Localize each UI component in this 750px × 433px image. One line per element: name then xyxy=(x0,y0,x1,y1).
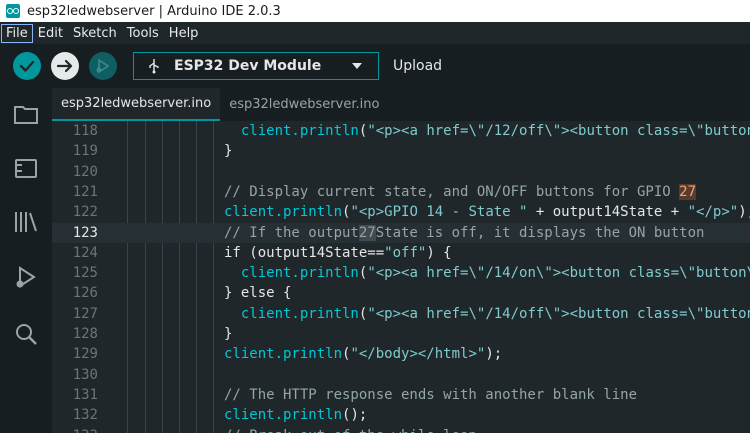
line-number: 124 xyxy=(72,244,98,261)
code-line[interactable]: 122 client.println("<p>GPIO 14 - State " … xyxy=(52,202,750,222)
code-line[interactable]: 126 } else { xyxy=(52,283,750,303)
code-line[interactable]: 119} xyxy=(52,141,750,161)
code-text[interactable]: client.println("</body></html>"); xyxy=(224,344,502,364)
board-selector[interactable]: ESP32 Dev Module xyxy=(133,52,379,80)
code-line[interactable]: 121 // Display current state, and ON/OFF … xyxy=(52,182,750,202)
folder-icon[interactable] xyxy=(12,100,40,128)
verify-button[interactable] xyxy=(13,52,41,80)
code-line[interactable]: 118 client.println("<p><a href=\"/12/off… xyxy=(52,121,750,141)
code-line[interactable]: 128} xyxy=(52,324,750,344)
debug-button[interactable] xyxy=(89,52,117,80)
line-number: 118 xyxy=(72,123,98,139)
menu-bar: File Edit Sketch Tools Help xyxy=(0,22,750,44)
upload-button[interactable] xyxy=(51,52,79,80)
code-text[interactable]: client.println("<p>GPIO 14 - State " + o… xyxy=(224,202,750,222)
code-text[interactable]: client.println(); xyxy=(224,405,367,425)
debug-icon xyxy=(96,58,110,74)
library-icon[interactable] xyxy=(12,208,40,236)
code-text[interactable]: client.println("<p><a href=\"/12/off\"><… xyxy=(224,121,750,141)
line-number: 126 xyxy=(72,285,98,302)
line-number: 128 xyxy=(72,326,98,342)
code-text[interactable]: client.println("<p><a href=\"/14/off\"><… xyxy=(224,304,750,324)
check-icon xyxy=(19,60,35,72)
line-number: 119 xyxy=(72,143,98,160)
line-number: 120 xyxy=(72,163,98,180)
line-number: 132 xyxy=(72,407,98,424)
code-line[interactable]: 130 xyxy=(52,365,750,385)
code-text[interactable]: client.println("<p><a href=\"/14/on\"><b… xyxy=(224,263,750,283)
code-text[interactable]: // Break out of the while loop xyxy=(224,426,477,433)
toolbar: ESP32 Dev Module Upload xyxy=(0,44,750,88)
usb-icon xyxy=(149,59,159,74)
tab-sketch-active[interactable]: esp32ledwebserver.ino xyxy=(52,88,221,121)
board-name: ESP32 Dev Module xyxy=(174,58,322,74)
code-line[interactable]: 133 // Break out of the while loop xyxy=(52,426,750,433)
chevron-down-icon xyxy=(352,63,362,69)
debug-icon[interactable] xyxy=(12,264,40,292)
line-number: 131 xyxy=(72,386,98,403)
code-line[interactable]: 124 if (output14State=="off") { xyxy=(52,243,750,263)
code-text[interactable]: } else { xyxy=(224,283,291,303)
menu-help[interactable]: Help xyxy=(164,24,204,43)
menu-file[interactable]: File xyxy=(1,23,33,43)
menu-tools[interactable]: Tools xyxy=(122,24,164,43)
tab-sketch[interactable]: esp32ledwebserver.ino xyxy=(220,88,388,121)
line-number: 133 xyxy=(52,426,98,433)
arduino-logo-icon xyxy=(6,4,20,18)
line-number: 129 xyxy=(72,346,98,363)
code-text[interactable]: // If the output27State is off, it displ… xyxy=(224,223,704,243)
code-line[interactable]: 132 client.println(); xyxy=(52,405,750,425)
menu-edit[interactable]: Edit xyxy=(33,24,68,43)
line-number: 123 xyxy=(72,224,98,241)
code-line[interactable]: 131 // The HTTP response ends with anothe… xyxy=(52,385,750,405)
upload-label: Upload xyxy=(393,58,443,74)
code-text[interactable]: } xyxy=(224,324,232,344)
code-text[interactable]: // Display current state, and ON/OFF but… xyxy=(224,182,697,202)
code-line[interactable]: 127 client.println("<p><a href=\"/14/off… xyxy=(52,304,750,324)
code-text[interactable]: if (output14State=="off") { xyxy=(224,243,452,263)
menu-sketch[interactable]: Sketch xyxy=(68,24,122,43)
code-line[interactable]: 123 // If the output27State is off, it di… xyxy=(52,222,750,243)
search-icon[interactable] xyxy=(12,320,40,348)
code-editor[interactable]: 118 client.println("<p><a href=\"/12/off… xyxy=(52,121,750,433)
window-title: esp32ledwebserver | Arduino IDE 2.0.3 xyxy=(27,3,281,19)
code-text[interactable]: } xyxy=(224,141,232,161)
board-manager-icon[interactable] xyxy=(12,154,40,182)
arrow-right-icon xyxy=(56,59,73,73)
line-number: 121 xyxy=(72,183,98,200)
line-number: 122 xyxy=(72,204,98,221)
code-line[interactable]: 120 xyxy=(52,162,750,182)
editor-tabs: esp32ledwebserver.ino esp32ledwebserver.… xyxy=(52,88,750,121)
code-line[interactable]: 129 client.println("</body></html>"); xyxy=(52,344,750,364)
activity-sidebar xyxy=(0,88,52,433)
line-number: 125 xyxy=(72,265,98,282)
code-line[interactable]: 125 client.println("<p><a href=\"/14/on\… xyxy=(52,263,750,283)
code-text[interactable]: // The HTTP response ends with another b… xyxy=(224,385,637,405)
line-number: 130 xyxy=(72,366,98,383)
line-number: 127 xyxy=(72,305,98,322)
title-bar: esp32ledwebserver | Arduino IDE 2.0.3 xyxy=(0,0,750,22)
